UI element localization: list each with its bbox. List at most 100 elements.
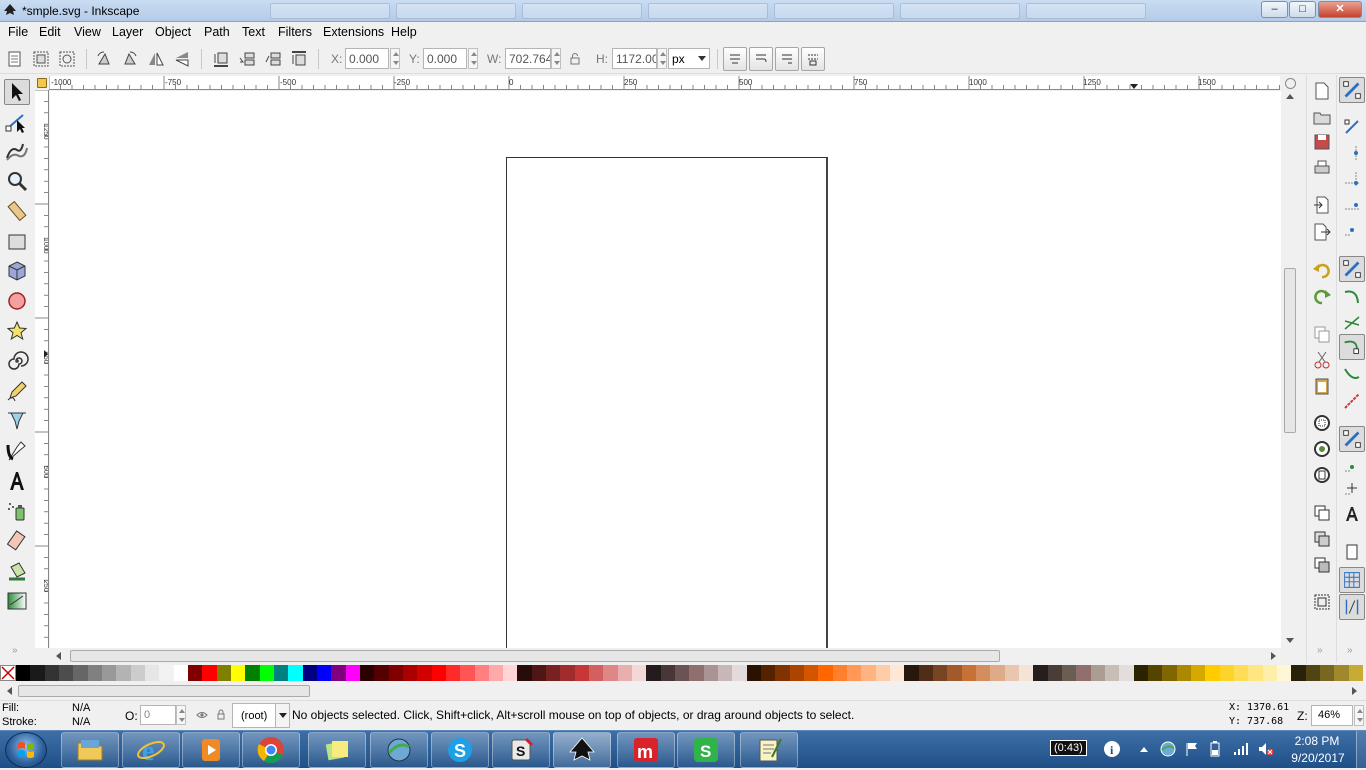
- color-swatch[interactable]: [1119, 665, 1134, 681]
- zoom-page-icon[interactable]: [1312, 465, 1332, 485]
- color-swatch[interactable]: [975, 665, 991, 681]
- color-swatch[interactable]: [517, 665, 532, 681]
- color-swatch[interactable]: [574, 665, 590, 681]
- save-icon[interactable]: [1312, 132, 1332, 152]
- color-swatch[interactable]: [689, 665, 704, 681]
- color-swatch[interactable]: [632, 665, 647, 681]
- taskbar-media-player[interactable]: [182, 732, 240, 768]
- vertical-scroll-thumb[interactable]: [1284, 268, 1296, 433]
- flip-vertical-icon[interactable]: [173, 50, 191, 68]
- taskbar-inkscape[interactable]: [553, 732, 611, 768]
- layer-selector[interactable]: (root): [232, 703, 290, 728]
- taskbar-m-app[interactable]: m: [617, 732, 675, 768]
- import-icon[interactable]: [1312, 195, 1332, 215]
- color-swatch[interactable]: [273, 665, 289, 681]
- color-swatch[interactable]: [460, 665, 475, 681]
- snap-enable-icon[interactable]: [1339, 77, 1365, 103]
- clock-date[interactable]: 9/20/2017: [1290, 751, 1346, 765]
- color-swatch[interactable]: [1262, 665, 1277, 681]
- color-swatch[interactable]: [1205, 665, 1220, 681]
- snap-others-icon[interactable]: [1339, 426, 1365, 452]
- taskbar-skype[interactable]: S: [431, 732, 489, 768]
- new-document-icon[interactable]: [1312, 81, 1332, 101]
- height-input[interactable]: 1172.00: [612, 48, 657, 69]
- color-swatch[interactable]: [402, 665, 418, 681]
- unit-select[interactable]: px: [668, 48, 710, 69]
- taskbar-sticky-notes[interactable]: [308, 732, 366, 768]
- zoom-fit-corner-icon[interactable]: [1285, 78, 1296, 89]
- layer-dropdown-button[interactable]: [275, 704, 289, 727]
- taskbar-explorer[interactable]: [61, 732, 119, 768]
- menu-file[interactable]: File: [8, 25, 28, 39]
- width-input[interactable]: 702.764: [505, 48, 551, 69]
- color-swatch[interactable]: [417, 665, 432, 681]
- color-swatch[interactable]: [73, 665, 88, 681]
- color-swatch[interactable]: [431, 665, 446, 681]
- scroll-right-icon[interactable]: [1271, 652, 1276, 660]
- select-all-in-all-layers-icon[interactable]: [32, 50, 50, 68]
- open-folder-icon[interactable]: [1312, 107, 1332, 127]
- menu-path[interactable]: Path: [204, 25, 230, 39]
- raise-to-top-icon[interactable]: [290, 50, 308, 68]
- color-swatch[interactable]: [1018, 665, 1034, 681]
- color-swatch[interactable]: [560, 665, 575, 681]
- color-swatch[interactable]: [1133, 665, 1148, 681]
- x-input[interactable]: 0.000: [345, 48, 389, 69]
- zoom-input[interactable]: 46%: [1311, 705, 1353, 726]
- taskbar-spreadsheet[interactable]: S: [677, 732, 735, 768]
- color-swatch[interactable]: [359, 665, 375, 681]
- color-swatch[interactable]: [918, 665, 933, 681]
- undo-icon[interactable]: [1312, 260, 1332, 280]
- node-tool[interactable]: [4, 109, 30, 135]
- color-swatch[interactable]: [388, 665, 403, 681]
- color-swatch[interactable]: [961, 665, 976, 681]
- spray-tool[interactable]: [4, 498, 30, 524]
- rotate-cw-icon[interactable]: [121, 50, 139, 68]
- action-center-flag-icon[interactable]: [1185, 741, 1199, 757]
- color-swatch[interactable]: [216, 665, 231, 681]
- palette-scroll-thumb[interactable]: [18, 685, 310, 697]
- vertical-scrollbar[interactable]: [1283, 90, 1298, 648]
- opacity-spinner[interactable]: [176, 705, 186, 725]
- export-icon[interactable]: [1312, 222, 1332, 242]
- color-swatch[interactable]: [302, 665, 317, 681]
- snap-bbox-center-icon[interactable]: [1342, 221, 1362, 241]
- snap-path-intersection-icon[interactable]: [1342, 313, 1362, 333]
- color-swatch[interactable]: [1061, 665, 1077, 681]
- copy-icon[interactable]: [1312, 324, 1332, 344]
- color-swatch[interactable]: [245, 665, 260, 681]
- color-swatch[interactable]: [101, 665, 117, 681]
- horizontal-scrollbar[interactable]: [50, 649, 1283, 663]
- color-swatch[interactable]: [1076, 665, 1091, 681]
- no-paint-swatch[interactable]: [0, 665, 16, 681]
- zoom-tool[interactable]: [4, 168, 30, 194]
- color-swatch[interactable]: [1104, 665, 1120, 681]
- layer-visibility-eye-icon[interactable]: [196, 710, 208, 720]
- color-swatch[interactable]: [875, 665, 891, 681]
- color-swatch[interactable]: [703, 665, 719, 681]
- y-input[interactable]: 0.000: [423, 48, 467, 69]
- color-swatch[interactable]: [818, 665, 833, 681]
- wifi-signal-icon[interactable]: [1233, 742, 1249, 756]
- color-swatch[interactable]: [1004, 665, 1019, 681]
- flip-horizontal-icon[interactable]: [147, 50, 165, 68]
- measure-tool[interactable]: [4, 198, 30, 224]
- color-swatch[interactable]: [159, 665, 174, 681]
- color-swatch[interactable]: [488, 665, 504, 681]
- snap-path-icon[interactable]: [1342, 287, 1362, 307]
- color-swatch[interactable]: [259, 665, 274, 681]
- close-button[interactable]: ✕: [1318, 1, 1362, 18]
- color-swatch[interactable]: [202, 665, 217, 681]
- star-tool[interactable]: [4, 318, 30, 344]
- menu-object[interactable]: Object: [155, 25, 191, 39]
- horizontal-scroll-thumb[interactable]: [70, 650, 1000, 662]
- snap-bbox-corner-icon[interactable]: [1342, 169, 1362, 189]
- text-tool[interactable]: [4, 468, 30, 494]
- toolbox-overflow-icon[interactable]: »: [12, 645, 18, 656]
- deselect-icon[interactable]: [58, 50, 76, 68]
- menu-filters[interactable]: Filters: [278, 25, 312, 39]
- color-swatch[interactable]: [1319, 665, 1335, 681]
- palette-scrollbar[interactable]: [0, 683, 1366, 699]
- palette-scroll-left-icon[interactable]: [7, 687, 12, 695]
- clone-icon[interactable]: [1312, 529, 1332, 549]
